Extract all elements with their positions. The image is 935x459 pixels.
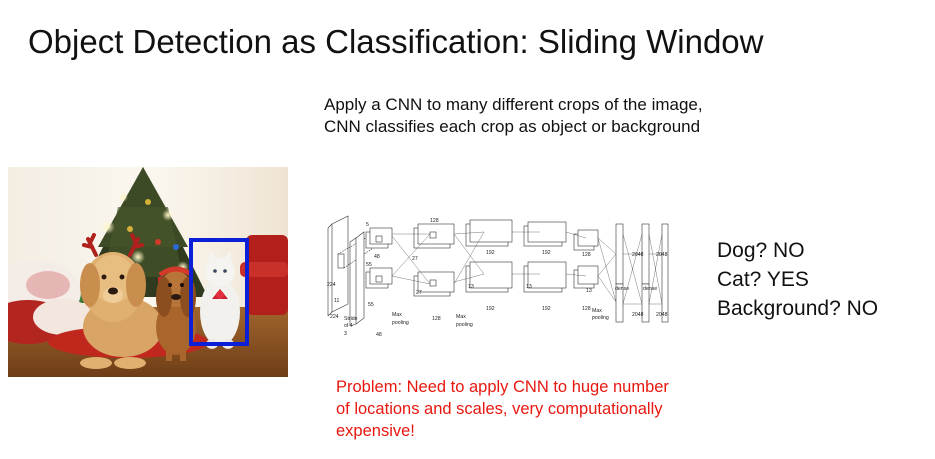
result-cat: Cat? YES (717, 268, 809, 291)
cnn-label-192d: 192 (542, 306, 551, 312)
cnn-label-224a: 224 (327, 282, 336, 288)
cnn-label-stride: Stride (344, 316, 358, 322)
slide-description: Apply a CNN to many different crops of t… (324, 95, 703, 136)
slide-title: Object Detection as Classification: Slid… (28, 23, 764, 60)
cnn-diagram-svg: 224 224 Stride of 4 3 11 5 48 48 55 55 M… (327, 215, 669, 338)
cnn-label-128c: 128 (582, 252, 591, 258)
cnn-label-pool3: pooling (592, 315, 609, 321)
cnn-label-of4: of 4 (344, 323, 353, 329)
cnn-label-128b: 128 (432, 316, 441, 322)
cnn-label-13b: 13 (526, 284, 532, 290)
cnn-label-3: 3 (344, 331, 347, 337)
cnn-label-128d: 128 (582, 306, 591, 312)
cnn-label-11: 11 (334, 298, 339, 304)
cnn-label-192c: 192 (542, 250, 551, 256)
cnn-label-192a: 192 (486, 250, 495, 256)
cnn-label-dense2: dense (643, 286, 657, 292)
example-photo-image (8, 167, 288, 377)
cnn-label-48a: 48 (374, 254, 380, 260)
cnn-label-192b: 192 (486, 306, 495, 312)
cnn-label-pool1: pooling (392, 320, 409, 326)
result-background: Background? NO (717, 297, 879, 320)
cnn-label-2048a: 2048 (632, 252, 644, 258)
classification-results: Dog? NO Cat? YES Background? NO (717, 236, 932, 323)
cnn-label-max2: Max (456, 314, 466, 320)
cnn-label-5: 5 (366, 222, 369, 228)
result-dog: Dog? NO (717, 239, 805, 262)
cnn-conv3-5-blocks (465, 219, 599, 293)
cnn-label-48b: 48 (376, 332, 382, 338)
cnn-label-max1: Max (392, 312, 402, 318)
cnn-label-dense1: dense (615, 286, 629, 292)
cnn-conv2-block (413, 223, 455, 297)
cnn-architecture-diagram: 224 224 Stride of 4 3 11 5 48 48 55 55 M… (326, 214, 676, 338)
cnn-label-pool2: pooling (456, 322, 473, 328)
cnn-label-55b: 55 (368, 302, 374, 308)
cnn-label-2048c: 2048 (632, 312, 644, 318)
cnn-conv1-block (349, 227, 393, 327)
cnn-label-13a: 13 (468, 284, 474, 290)
cnn-label-13c: 13 (586, 288, 592, 294)
cnn-label-224b: 224 (330, 314, 339, 320)
cnn-label-27a: 27 (412, 256, 418, 262)
cnn-dense-layers (615, 223, 669, 323)
cnn-label-128a: 128 (430, 218, 439, 224)
cnn-label-max3: Max (592, 308, 602, 314)
cnn-label-55a: 55 (366, 262, 372, 268)
cnn-label-2048d: 2048 (656, 312, 668, 318)
problem-note: Problem: Need to apply CNN to huge numbe… (336, 378, 669, 440)
cnn-label-27b: 27 (416, 290, 422, 296)
example-photo (8, 167, 288, 377)
cnn-label-2048b: 2048 (656, 252, 668, 258)
